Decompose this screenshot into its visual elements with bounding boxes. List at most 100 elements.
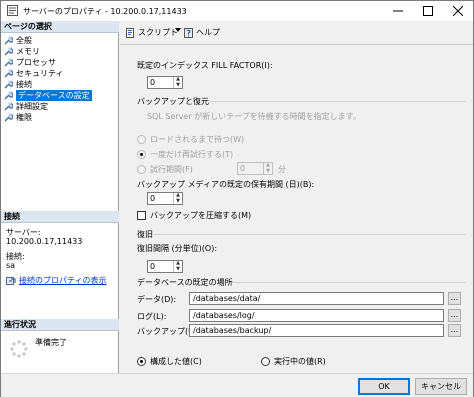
wrench-icon bbox=[4, 80, 13, 88]
page-item-label: プロセッサ bbox=[16, 57, 56, 67]
running-values-radio[interactable]: 実行中の値(R) bbox=[261, 356, 326, 367]
page-item-label: メモリ bbox=[16, 46, 40, 56]
log-browse-button[interactable]: ... bbox=[448, 309, 461, 322]
recovery-interval-stepper[interactable]: 0 ▲ ▼ bbox=[147, 260, 183, 273]
help-label: ヘルプ bbox=[196, 28, 220, 37]
dialog-button-bar: OK キャンセル bbox=[1, 373, 473, 397]
recovery-interval-value: 0 bbox=[150, 262, 156, 271]
backup-restore-header: バックアップと復元 bbox=[137, 97, 209, 106]
data-location-input[interactable]: /databases/data/ bbox=[189, 292, 444, 305]
try-minutes-unit: 分 bbox=[278, 165, 286, 174]
progress-spinner-icon bbox=[10, 340, 28, 358]
settings-pane: スクリプト ヘルプ 既定のインデックス FILL FACTOR(I): 0 ▲ ▼… bbox=[120, 21, 473, 373]
help-button[interactable]: ヘルプ bbox=[184, 27, 220, 38]
page-item-database-settings[interactable]: データベースの設定 bbox=[4, 89, 92, 101]
wrench-icon bbox=[4, 91, 13, 99]
title-bar: サーバーのプロパティ - 10.200.0.17,11433 bbox=[1, 1, 473, 21]
tape-prompt-text: SQL Server が新しいテープを待機する時間を指定します。 bbox=[147, 112, 361, 121]
page-item-label: セキュリティ bbox=[16, 68, 64, 78]
toolbar: スクリプト ヘルプ bbox=[120, 21, 473, 45]
connection-properties-icon bbox=[6, 276, 16, 285]
page-item-label: データベースの設定 bbox=[16, 89, 92, 101]
radio-circle bbox=[137, 150, 146, 159]
data-location-label: データ(D): bbox=[137, 295, 177, 304]
progress-header: 進行状況 bbox=[1, 319, 119, 331]
maximize-button[interactable] bbox=[413, 1, 443, 21]
left-pane: ページの選択 全般 メモリ プロセッサ セキュリティ 接続 データベースの設定 … bbox=[1, 21, 119, 373]
view-connection-properties-label: 接続のプロパティの表示 bbox=[19, 276, 107, 285]
try-once-label: 一度だけ再試行する(T) bbox=[150, 150, 234, 159]
wait-indefinitely-radio[interactable]: ロードされるまで待つ(W) bbox=[137, 134, 244, 145]
radio-circle bbox=[137, 165, 146, 174]
page-item-memory[interactable]: メモリ bbox=[4, 46, 40, 56]
wrench-icon bbox=[4, 58, 13, 66]
spin-down-icon[interactable]: ▼ bbox=[174, 198, 182, 205]
chevron-down-icon[interactable] bbox=[175, 27, 181, 33]
retention-stepper[interactable]: 0 ▲ ▼ bbox=[147, 192, 183, 205]
close-button[interactable] bbox=[443, 1, 473, 21]
section-divider bbox=[210, 101, 466, 102]
backup-browse-button[interactable]: ... bbox=[448, 324, 461, 337]
select-page-header: ページの選択 bbox=[1, 21, 119, 33]
wrench-icon bbox=[4, 36, 13, 44]
server-properties-dialog: サーバーのプロパティ - 10.200.0.17,11433 ページの選択 全般… bbox=[0, 0, 474, 397]
fill-factor-value: 0 bbox=[150, 78, 156, 87]
view-connection-properties-link[interactable]: 接続のプロパティの表示 bbox=[6, 275, 107, 286]
try-minutes-stepper[interactable]: 0 ▲ ▼ bbox=[237, 162, 273, 175]
spin-down-icon[interactable]: ▼ bbox=[264, 168, 272, 175]
page-item-processors[interactable]: プロセッサ bbox=[4, 57, 56, 67]
cancel-button[interactable]: キャンセル bbox=[415, 378, 467, 395]
radio-circle bbox=[137, 357, 146, 366]
compress-backup-label: バックアップを圧縮する(M) bbox=[150, 211, 252, 220]
page-item-general[interactable]: 全般 bbox=[4, 35, 32, 45]
try-minutes-radio[interactable]: 試行期間(F) bbox=[137, 164, 193, 175]
retention-value: 0 bbox=[150, 194, 156, 203]
page-item-security[interactable]: セキュリティ bbox=[4, 68, 64, 78]
page-item-connections[interactable]: 接続 bbox=[4, 79, 32, 89]
data-browse-button[interactable]: ... bbox=[448, 292, 461, 305]
section-divider bbox=[232, 282, 466, 283]
log-location-label: ログ(L): bbox=[137, 312, 167, 321]
backup-location-input[interactable]: /databases/backup/ bbox=[189, 324, 444, 337]
default-locations-header: データベースの既定の場所 bbox=[137, 278, 233, 287]
configured-values-label: 構成した値(C) bbox=[150, 357, 202, 366]
wrench-icon bbox=[4, 47, 13, 55]
retention-label: バックアップ メディアの既定の保有期間 (日)(B): bbox=[137, 180, 315, 189]
spin-down-icon[interactable]: ▼ bbox=[174, 82, 182, 89]
radio-circle bbox=[261, 357, 270, 366]
ok-button[interactable]: OK bbox=[358, 378, 410, 395]
running-values-label: 実行中の値(R) bbox=[274, 357, 326, 366]
page-item-permissions[interactable]: 権限 bbox=[4, 112, 32, 122]
spin-down-icon[interactable]: ▼ bbox=[174, 266, 182, 273]
connection-value: sa bbox=[6, 261, 16, 270]
maximize-icon bbox=[423, 6, 433, 16]
help-icon bbox=[184, 27, 193, 38]
try-once-radio[interactable]: 一度だけ再試行する(T) bbox=[137, 149, 233, 160]
recovery-interval-label: 復旧間隔 (分単位)(O): bbox=[137, 244, 218, 253]
try-minutes-value: 0 bbox=[240, 164, 246, 173]
compress-backup-checkbox[interactable]: バックアップを圧縮する(M) bbox=[137, 210, 251, 221]
progress-status: 準備完了 bbox=[35, 338, 67, 347]
configured-values-radio[interactable]: 構成した値(C) bbox=[137, 356, 202, 367]
properties-app-icon bbox=[7, 5, 18, 16]
script-button[interactable]: スクリプト bbox=[126, 27, 178, 38]
script-icon bbox=[126, 27, 134, 38]
fill-factor-stepper[interactable]: 0 ▲ ▼ bbox=[147, 76, 183, 89]
page-item-label: 詳細設定 bbox=[16, 101, 48, 111]
minimize-button[interactable] bbox=[383, 1, 413, 21]
try-minutes-label: 試行期間(F) bbox=[150, 165, 193, 174]
log-location-input[interactable]: /databases/log/ bbox=[189, 309, 444, 322]
radio-circle bbox=[137, 135, 146, 144]
window-title: サーバーのプロパティ - 10.200.0.17,11433 bbox=[23, 7, 187, 16]
wait-indefinitely-label: ロードされるまで待つ(W) bbox=[150, 135, 245, 144]
page-item-label: 権限 bbox=[16, 112, 32, 122]
minimize-icon bbox=[393, 10, 403, 12]
connection-header: 接続 bbox=[1, 211, 119, 223]
script-label: スクリプト bbox=[138, 28, 178, 37]
checkbox-box bbox=[137, 211, 146, 220]
recovery-header: 復旧 bbox=[137, 230, 153, 239]
fill-factor-label: 既定のインデックス FILL FACTOR(I): bbox=[137, 61, 273, 70]
wrench-icon bbox=[4, 69, 13, 77]
page-item-advanced[interactable]: 詳細設定 bbox=[4, 101, 48, 111]
wrench-icon bbox=[4, 113, 13, 121]
